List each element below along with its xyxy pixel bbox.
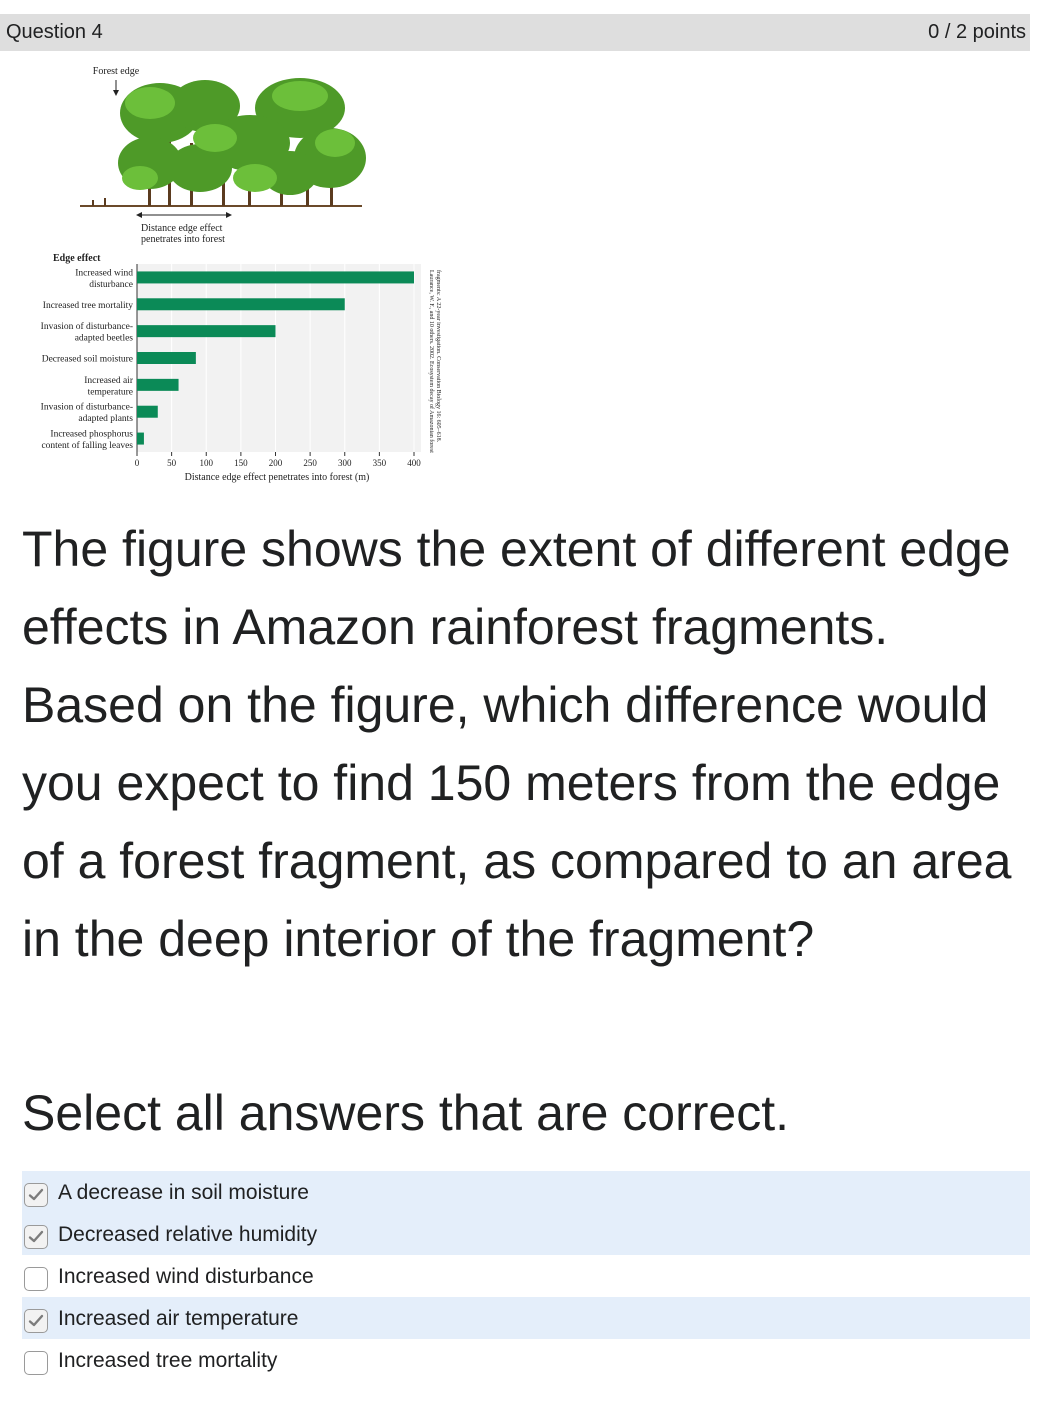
x-tick-label: 400 <box>407 458 421 468</box>
category-label: temperature <box>88 387 133 397</box>
category-label: adapted plants <box>78 414 133 424</box>
category-label: adapted beetles <box>75 334 134 344</box>
category-label: Increased tree mortality <box>43 301 133 311</box>
category-label: Increased air <box>84 376 134 386</box>
answer-option[interactable]: A decrease in soil moisture <box>22 1171 1030 1213</box>
check-icon <box>28 1188 44 1201</box>
answer-label: Increased tree mortality <box>58 1349 278 1372</box>
check-icon <box>28 1314 44 1327</box>
checkbox[interactable] <box>24 1351 48 1375</box>
distance-arrow-left <box>136 212 142 218</box>
distance-arrow-right <box>226 212 232 218</box>
bar <box>137 352 196 364</box>
category-label: Invasion of disturbance- <box>41 402 133 413</box>
instruction-text: Select all answers that are correct. <box>22 1085 789 1141</box>
answer-label: Decreased relative humidity <box>58 1223 318 1246</box>
x-tick-label: 50 <box>167 458 177 468</box>
category-label: Increased phosphorus <box>50 430 133 440</box>
forest-edge-arrowhead <box>113 90 119 96</box>
checkbox[interactable] <box>24 1267 48 1291</box>
category-label: content of falling leaves <box>41 440 133 451</box>
checkbox-checked[interactable] <box>24 1225 48 1249</box>
checkbox-checked[interactable] <box>24 1309 48 1333</box>
answer-option[interactable]: Increased air temperature <box>22 1297 1030 1339</box>
answer-list: A decrease in soil moisture Decreased re… <box>22 1171 1030 1381</box>
answer-label: Increased wind disturbance <box>58 1265 314 1288</box>
bar <box>137 298 345 311</box>
question-header: Question 4 0 / 2 points <box>0 14 1030 51</box>
edge-effect-figure: Forest edge Distance edge effect penetra… <box>41 66 442 483</box>
x-tick-label: 350 <box>373 458 387 468</box>
x-axis-label: Distance edge effect penetrates into for… <box>185 472 370 483</box>
answer-label: Increased air temperature <box>58 1307 299 1330</box>
chart-legend-title: Edge effect <box>53 253 101 264</box>
forest-edge-label: Forest edge <box>93 66 140 77</box>
bar-chart: 0 50 100 150 200 250 300 350 400 Increased wind di… <box>41 264 421 468</box>
bar <box>137 378 179 391</box>
answer-option[interactable]: Increased wind disturbance <box>22 1255 1030 1297</box>
forest-illustration <box>80 78 366 207</box>
question-points: 0 / 2 points <box>928 21 1026 43</box>
category-label: disturbance <box>89 280 133 290</box>
checkbox-checked[interactable] <box>24 1183 48 1207</box>
answer-label: A decrease in soil moisture <box>58 1181 309 1204</box>
x-tick-label: 100 <box>200 458 214 468</box>
answer-option[interactable]: Decreased relative humidity <box>22 1213 1030 1255</box>
category-label: Invasion of disturbance- <box>41 321 133 332</box>
bar <box>137 432 144 445</box>
x-tick-label: 200 <box>269 458 283 468</box>
bar <box>137 271 414 284</box>
bar <box>137 325 276 338</box>
question-text: The figure shows the extent of different… <box>22 521 1012 967</box>
bar <box>137 405 158 418</box>
x-tick-label: 150 <box>234 458 248 468</box>
figure-credit-line1: Laurance, W. F., and 10 others. 2002. Ec… <box>428 270 435 453</box>
question-title: Question 4 <box>6 21 103 43</box>
x-tick-label: 300 <box>338 458 352 468</box>
check-icon <box>28 1230 44 1243</box>
x-tick-label: 0 <box>135 458 140 468</box>
distance-label-line1: Distance edge effect <box>141 223 223 234</box>
x-tick-label: 250 <box>303 458 317 468</box>
distance-label-line2: penetrates into forest <box>141 234 225 245</box>
category-label: Increased wind <box>75 268 133 278</box>
figure-credit-line2: fragments: A 22-year investigation. Cons… <box>435 270 442 443</box>
answer-option[interactable]: Increased tree mortality <box>22 1339 1030 1381</box>
category-label: Decreased soil moisture <box>42 355 133 365</box>
